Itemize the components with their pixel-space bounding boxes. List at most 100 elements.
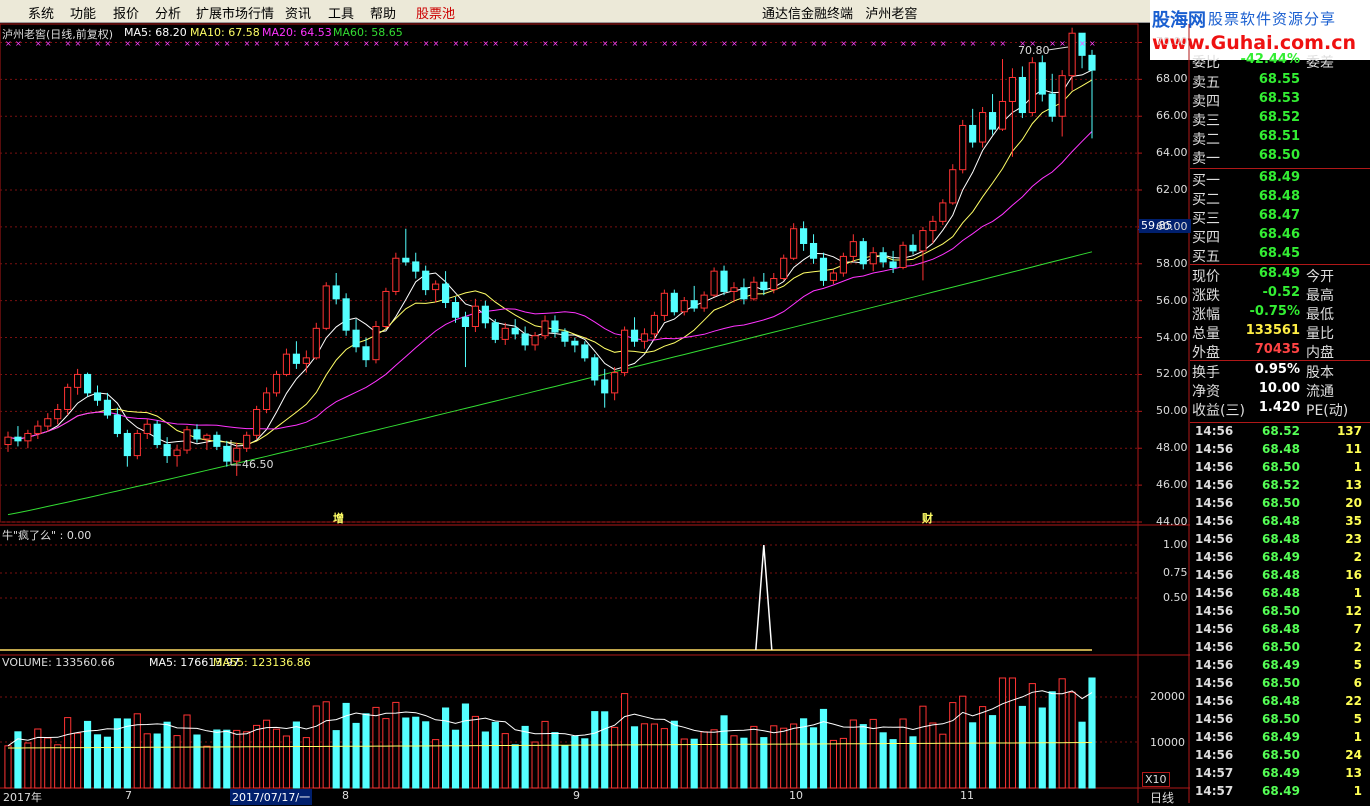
volume-bar	[700, 731, 708, 789]
marker-cai[interactable]: 财	[922, 510, 933, 526]
legend-ma60: MA60: 58.65	[333, 26, 403, 39]
tick-volume: 13	[1345, 766, 1362, 780]
chart-legend-name: 泸州老窖(日线,前复权)	[2, 28, 114, 41]
tick-price: 68.48	[1262, 694, 1300, 708]
signal-marker: ×	[313, 39, 320, 48]
vol-tick-10000: 10000	[1150, 736, 1185, 749]
tick-row: 14:56 68.49 5	[1190, 658, 1370, 676]
volume-bar	[24, 742, 32, 789]
volume-bar	[44, 737, 52, 789]
candle-body	[770, 278, 778, 291]
signal-marker: ×	[274, 39, 281, 48]
candle-body	[700, 294, 708, 309]
tick-price: 68.48	[1262, 514, 1300, 528]
volume-bar	[1008, 677, 1017, 789]
candle-body	[720, 270, 728, 292]
signal-marker: ×	[433, 39, 440, 48]
volume-bar	[332, 730, 340, 789]
volume-bar	[441, 707, 450, 789]
volume-bar	[670, 720, 678, 789]
volume-bar	[601, 711, 609, 789]
tick-volume: 20	[1345, 496, 1362, 510]
tick-price: 68.50	[1262, 496, 1300, 510]
candle-body	[621, 329, 629, 374]
signal-marker: ×	[820, 39, 827, 48]
signal-marker: ×	[522, 39, 529, 48]
candle-body	[640, 333, 649, 342]
quote-value: 68.55	[1258, 72, 1300, 87]
candle-body	[889, 261, 897, 268]
quote-value: 68.50	[1258, 148, 1300, 163]
quote-value: 68.48	[1258, 189, 1300, 204]
price-tick: 52.00	[1156, 367, 1188, 381]
tick-price: 68.48	[1262, 586, 1300, 600]
tick-volume: 2	[1353, 550, 1362, 564]
candle-body	[342, 298, 350, 331]
tick-time: 14:56	[1195, 640, 1234, 654]
candle-body	[829, 272, 838, 281]
candle-body	[660, 292, 668, 316]
tick-time: 14:56	[1195, 694, 1234, 708]
stat2-row: 净资 10.00 流通	[1190, 381, 1370, 400]
signal-marker: ×	[254, 39, 261, 48]
candle-body	[74, 373, 82, 388]
quote-value: 68.53	[1258, 91, 1300, 106]
candle-body	[441, 283, 450, 304]
volume-bar	[1058, 678, 1066, 789]
candle-body	[809, 242, 818, 259]
volume-bar	[650, 723, 659, 789]
volume-bar	[143, 733, 151, 789]
volume-bar	[392, 701, 400, 789]
quote-label: 买五	[1192, 249, 1220, 265]
candle-body	[780, 257, 788, 280]
signal-marker: ×	[303, 39, 310, 48]
volume-bar	[630, 726, 639, 789]
candle-body	[859, 241, 867, 265]
candle-body	[282, 353, 291, 375]
stock-chart[interactable]: × × × × × × × × × × × × × × × × × × × × × × × × × × × × × × × × × × × × × × × ×…	[0, 0, 1190, 803]
tick-volume: 1	[1353, 730, 1362, 744]
signal-marker: ×	[930, 39, 937, 48]
quote-label-right: 内盘	[1306, 345, 1334, 361]
candle-body	[203, 434, 211, 440]
quote-value: 68.46	[1258, 227, 1300, 242]
quote-label-right: 量比	[1306, 326, 1334, 342]
volume-bar	[223, 729, 231, 789]
tick-volume: 35	[1345, 514, 1362, 528]
stat-row: 外盘 70435 内盘	[1190, 342, 1370, 361]
volume-bar	[949, 702, 957, 789]
volume-bar	[561, 745, 569, 789]
candle-body	[710, 270, 718, 296]
volume-bar	[959, 695, 967, 789]
ma5-line	[7, 69, 1093, 447]
candle-body	[143, 423, 151, 434]
quote-label-right: 流通	[1306, 384, 1334, 400]
candle-body	[173, 449, 181, 457]
signal-marker: ×	[632, 39, 639, 48]
candle-body	[422, 270, 430, 291]
quote-label: 买三	[1192, 211, 1220, 227]
legend-ma10: MA10: 67.58	[190, 26, 260, 39]
tick-row: 14:56 68.52 137	[1190, 424, 1370, 442]
logo-slogan: 股票软件资源分享	[1208, 10, 1337, 28]
volume-unit: X10	[1142, 772, 1170, 787]
signal-marker: ×	[811, 39, 818, 48]
signal-marker: ×	[552, 39, 559, 48]
marker-zeng[interactable]: 增	[333, 510, 344, 526]
volume-bar	[581, 738, 589, 789]
candle-body	[491, 322, 499, 340]
candle-body	[332, 285, 340, 300]
quote-value: 0.95%	[1254, 362, 1300, 377]
volume-bar	[1038, 707, 1046, 789]
candle-body	[1068, 32, 1076, 77]
quote-label: 买一	[1192, 173, 1220, 189]
volume-bar	[621, 693, 629, 789]
quote-value: 133561	[1245, 323, 1300, 338]
quote-label-right: PE(动)	[1306, 403, 1349, 419]
signal-marker: ×	[333, 39, 340, 48]
period-daily-tab[interactable]: 日线	[1150, 789, 1174, 806]
candle-body	[531, 335, 539, 346]
quote-label: 总量	[1192, 326, 1220, 342]
signal-marker: ×	[164, 39, 171, 48]
signal-marker: ×	[731, 39, 738, 48]
